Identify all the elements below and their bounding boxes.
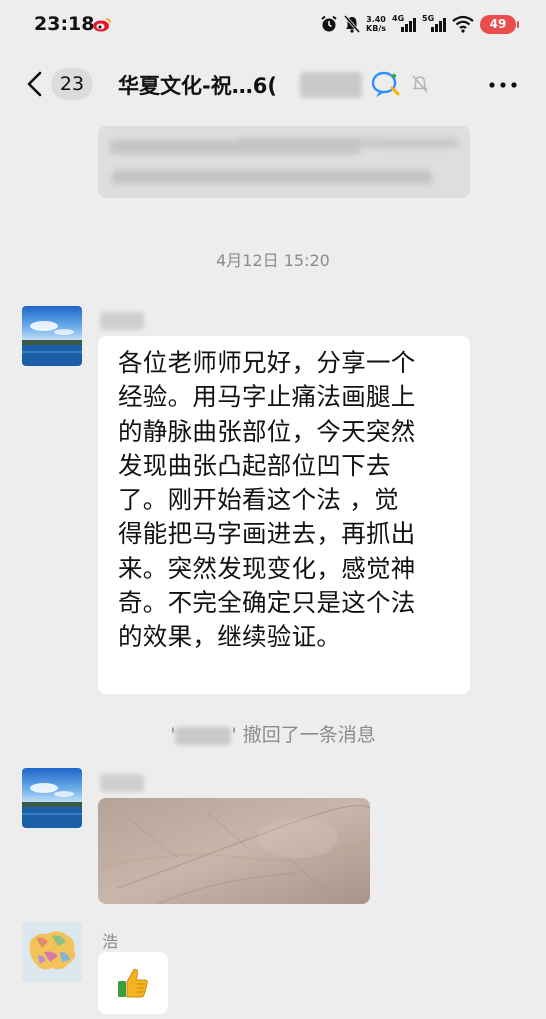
message-line: 经验。用马字止痛法画腿上 bbox=[118, 382, 416, 412]
status-icons: 3.40 KB/s 4G 5G 49 bbox=[320, 12, 519, 36]
redacted-recall-name bbox=[175, 726, 232, 745]
weibo-icon bbox=[93, 18, 111, 32]
redacted-sender-name bbox=[100, 774, 144, 792]
leg-skin-photo[interactable] bbox=[98, 798, 370, 904]
redacted-message bbox=[98, 126, 470, 198]
wifi-icon bbox=[452, 15, 474, 33]
message-line: 各位老师师兄好，分享一个 bbox=[118, 348, 416, 377]
message-line: 的静脉曲张部位，今天突然 bbox=[118, 416, 416, 446]
alarm-icon bbox=[321, 15, 337, 32]
sender-avatar[interactable] bbox=[22, 768, 82, 828]
recall-text: 撤回了一条消息 bbox=[242, 724, 376, 746]
signal-4g: 4G bbox=[392, 14, 416, 34]
ai-assistant-icon[interactable] bbox=[370, 70, 400, 98]
message-line: 奇。不完全确定只是这个法 bbox=[118, 588, 416, 618]
sender-avatar[interactable] bbox=[22, 306, 82, 366]
status-bar: 23:18 3.40 KB/s 4G 5G 49 bbox=[0, 0, 546, 50]
network-speed: 3.40 KB/s bbox=[366, 15, 386, 33]
sea-landscape-avatar-image bbox=[22, 306, 82, 366]
map-avatar-image bbox=[22, 922, 82, 982]
status-time: 23:18 bbox=[34, 13, 95, 35]
redacted-sender-name bbox=[100, 312, 144, 330]
signal-5g: 5G bbox=[422, 14, 446, 34]
more-icon[interactable] bbox=[489, 82, 517, 88]
message-line: 得能把马字画进去，再抓出 bbox=[118, 519, 416, 549]
message-line: 的效果，继续验证。 bbox=[118, 622, 342, 652]
battery-indicator: 49 bbox=[480, 14, 519, 34]
recall-notice: ' ' 撤回了一条消息 bbox=[170, 724, 376, 746]
message-line: 来。突然发现变化，感觉神 bbox=[118, 553, 416, 583]
back-icon[interactable] bbox=[24, 70, 46, 98]
message-text[interactable]: 各位老师师兄好，分享一个 经验。用马字止痛法画腿上 的静脉曲张部位，今天突然 发… bbox=[118, 346, 464, 655]
message-line: 发现曲张凸起部位凹下去 bbox=[118, 450, 391, 480]
chat-title[interactable]: 华夏文化-祝…6( bbox=[118, 70, 277, 100]
message-timestamp: 4月12日 15:20 bbox=[216, 251, 330, 270]
sea-landscape-avatar-image bbox=[22, 768, 82, 828]
emoji-bubble[interactable] bbox=[98, 952, 168, 1014]
sender-name: 浩 bbox=[102, 932, 119, 951]
sender-avatar[interactable] bbox=[22, 922, 82, 982]
redacted-title-part bbox=[300, 72, 362, 98]
bell-off-icon bbox=[344, 15, 361, 33]
chat-header: 23 华夏文化-祝…6( bbox=[0, 50, 546, 118]
thumbs-up-icon bbox=[118, 968, 148, 998]
skin-photo-image bbox=[98, 798, 370, 904]
unread-count-badge[interactable]: 23 bbox=[51, 68, 93, 100]
message-line: 了。刚开始看这个法 ，觉 bbox=[118, 485, 399, 515]
mute-bell-icon bbox=[412, 75, 428, 93]
